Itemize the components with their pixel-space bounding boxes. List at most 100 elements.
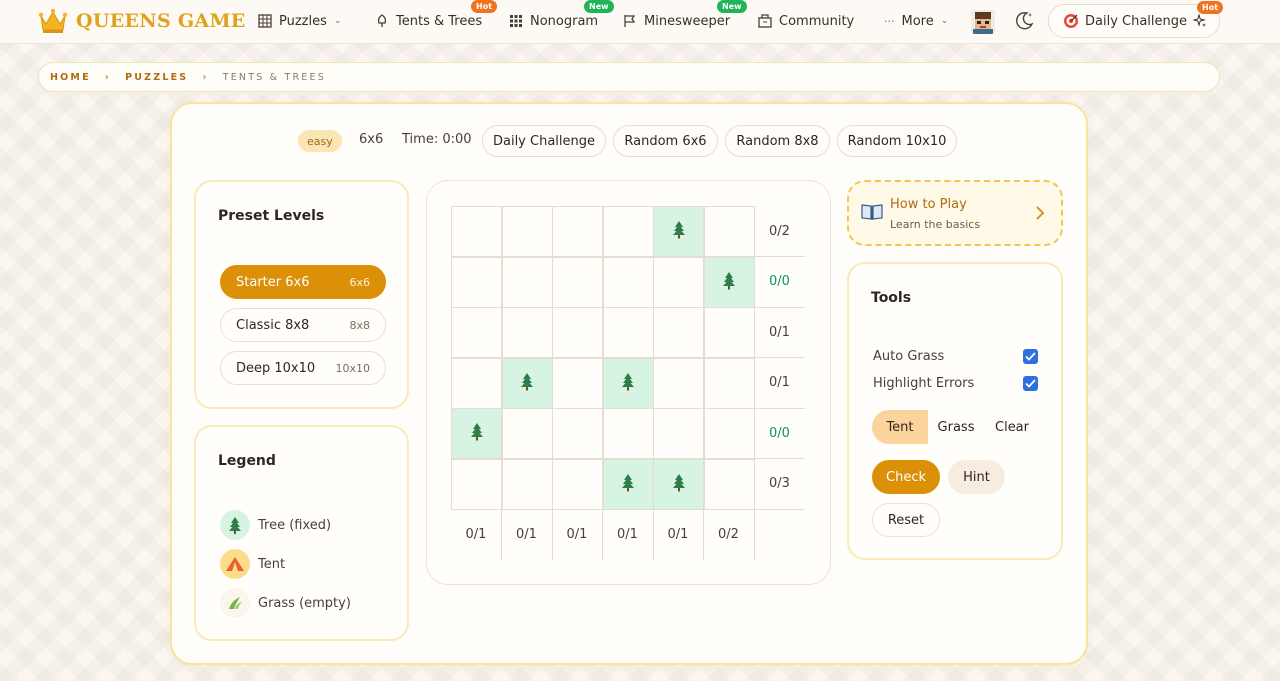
nav-label: Tents & Trees bbox=[396, 13, 483, 29]
board-size: 6x6 bbox=[359, 132, 384, 147]
legend-title: Legend bbox=[218, 453, 276, 469]
timer: Time: 0:00 bbox=[402, 132, 472, 147]
tree-outline-icon bbox=[377, 14, 387, 27]
tree-icon bbox=[519, 372, 535, 395]
nav-label: Community bbox=[779, 13, 855, 29]
check-icon bbox=[1025, 352, 1036, 361]
game-controls: easy 6x6 Time: 0:00 Daily Challenge Rand… bbox=[0, 125, 1280, 157]
column-clue: 0/1 bbox=[603, 509, 654, 560]
mode-clear-button[interactable]: Clear bbox=[984, 410, 1040, 444]
level-size: 10x10 bbox=[335, 361, 370, 375]
grid-cell-tree bbox=[602, 357, 654, 409]
nav-puzzles[interactable]: Puzzles ⌄ bbox=[258, 10, 341, 32]
grid-cell-tree bbox=[451, 408, 502, 459]
grid-cell[interactable] bbox=[703, 458, 755, 510]
random-8x8-button[interactable]: Random 8x8 bbox=[725, 125, 830, 157]
grid-cell[interactable] bbox=[552, 256, 603, 308]
nav-minesweeper[interactable]: Minesweeper New bbox=[623, 0, 747, 32]
grid-cell[interactable] bbox=[451, 458, 502, 510]
grid-cell[interactable] bbox=[552, 458, 603, 510]
chevron-right-icon: › bbox=[104, 71, 112, 83]
new-badge: New bbox=[717, 0, 747, 13]
grid-cell[interactable] bbox=[602, 408, 654, 459]
how-to-play-card[interactable]: How to Play Learn the basics bbox=[847, 180, 1063, 246]
grid-cell[interactable] bbox=[451, 256, 502, 308]
grid-cell[interactable] bbox=[501, 206, 553, 257]
grid-cell-tree bbox=[653, 458, 704, 510]
level-name: Classic 8x8 bbox=[236, 317, 310, 333]
row-clue: 0/2 bbox=[754, 206, 805, 257]
grid-cell[interactable] bbox=[451, 307, 502, 358]
ellipsis-icon: ··· bbox=[884, 14, 895, 28]
breadcrumb-puzzles[interactable]: PUZZLES bbox=[125, 72, 188, 83]
grid-cell[interactable] bbox=[451, 357, 502, 409]
grid-cell[interactable] bbox=[451, 206, 502, 257]
row-clue: 0/0 bbox=[754, 408, 805, 459]
level-deep-10x10[interactable]: Deep 10x10 10x10 bbox=[220, 351, 386, 385]
level-size: 8x8 bbox=[349, 318, 370, 332]
grid-cell[interactable] bbox=[501, 458, 553, 510]
chevron-down-icon: ⌄ bbox=[333, 16, 342, 26]
grid-cell[interactable] bbox=[653, 256, 704, 308]
flag-icon bbox=[624, 15, 636, 27]
grid-cell[interactable] bbox=[602, 307, 654, 358]
nav-more[interactable]: ··· More ⌄ bbox=[884, 10, 948, 32]
random-6x6-button[interactable]: Random 6x6 bbox=[613, 125, 718, 157]
check-icon bbox=[1025, 379, 1036, 388]
grid-cell[interactable] bbox=[653, 307, 704, 358]
dots-grid-icon bbox=[510, 15, 522, 27]
grid-cell-tree bbox=[602, 458, 654, 510]
community-icon bbox=[758, 14, 772, 28]
tree-icon bbox=[671, 220, 687, 243]
avatar[interactable] bbox=[971, 10, 995, 34]
auto-grass-checkbox[interactable] bbox=[1023, 349, 1038, 364]
level-classic-8x8[interactable]: Classic 8x8 8x8 bbox=[220, 308, 386, 342]
check-button[interactable]: Check bbox=[872, 460, 940, 494]
grid-cell[interactable] bbox=[602, 256, 654, 308]
mode-tent-button[interactable]: Tent bbox=[872, 410, 928, 444]
mode-grass-button[interactable]: Grass bbox=[928, 410, 984, 444]
grid-cell[interactable] bbox=[703, 307, 755, 358]
how-to-play-subtitle: Learn the basics bbox=[890, 218, 981, 231]
theme-toggle-icon[interactable] bbox=[1013, 10, 1035, 32]
daily-challenge-game-button[interactable]: Daily Challenge bbox=[482, 125, 606, 157]
legend-label: Tree (fixed) bbox=[258, 517, 332, 533]
column-clue: 0/1 bbox=[451, 509, 502, 560]
grid-cell[interactable] bbox=[501, 408, 553, 459]
reset-button[interactable]: Reset bbox=[872, 503, 940, 537]
top-nav: QUEENS GAME Puzzles ⌄ Tents & Trees Hot … bbox=[0, 0, 1280, 44]
preset-levels-panel: Preset Levels Starter 6x6 6x6 Classic 8x… bbox=[194, 180, 409, 409]
grid-cell[interactable] bbox=[703, 206, 755, 257]
grid-cell[interactable] bbox=[703, 408, 755, 459]
grid-cell[interactable] bbox=[552, 307, 603, 358]
grid-cell[interactable] bbox=[602, 206, 654, 257]
grid-cell[interactable] bbox=[552, 357, 603, 409]
target-icon bbox=[1064, 14, 1078, 28]
brand-logo[interactable]: QUEENS GAME bbox=[38, 8, 246, 34]
tools-title: Tools bbox=[871, 290, 912, 306]
row-clue: 0/3 bbox=[754, 459, 805, 510]
grid-cell[interactable] bbox=[653, 408, 704, 459]
tent-icon bbox=[220, 549, 250, 579]
breadcrumb: HOME › PUZZLES › TENTS & TREES bbox=[38, 62, 1220, 92]
row-clue: 0/1 bbox=[754, 358, 805, 409]
level-starter-6x6[interactable]: Starter 6x6 6x6 bbox=[220, 265, 386, 299]
avatar-pixel-icon bbox=[971, 10, 995, 34]
grid-cell[interactable] bbox=[501, 307, 553, 358]
hint-button[interactable]: Hint bbox=[948, 460, 1005, 494]
nav-nonogram[interactable]: Nonogram New bbox=[509, 0, 614, 32]
grid-cell[interactable] bbox=[552, 206, 603, 257]
nav-community[interactable]: Community bbox=[758, 10, 854, 32]
preset-levels-title: Preset Levels bbox=[218, 208, 325, 224]
column-clue: 0/1 bbox=[552, 509, 603, 560]
row-clue: 0/1 bbox=[754, 307, 805, 358]
random-10x10-button[interactable]: Random 10x10 bbox=[837, 125, 957, 157]
daily-challenge-button[interactable]: Daily Challenge Hot bbox=[1048, 1, 1224, 38]
grid-cell[interactable] bbox=[501, 256, 553, 308]
breadcrumb-home[interactable]: HOME bbox=[50, 72, 91, 83]
grid-cell[interactable] bbox=[703, 357, 755, 409]
highlight-errors-checkbox[interactable] bbox=[1023, 376, 1038, 391]
grid-cell[interactable] bbox=[653, 357, 704, 409]
grid-cell[interactable] bbox=[552, 408, 603, 459]
nav-tents-trees[interactable]: Tents & Trees Hot bbox=[375, 0, 498, 32]
